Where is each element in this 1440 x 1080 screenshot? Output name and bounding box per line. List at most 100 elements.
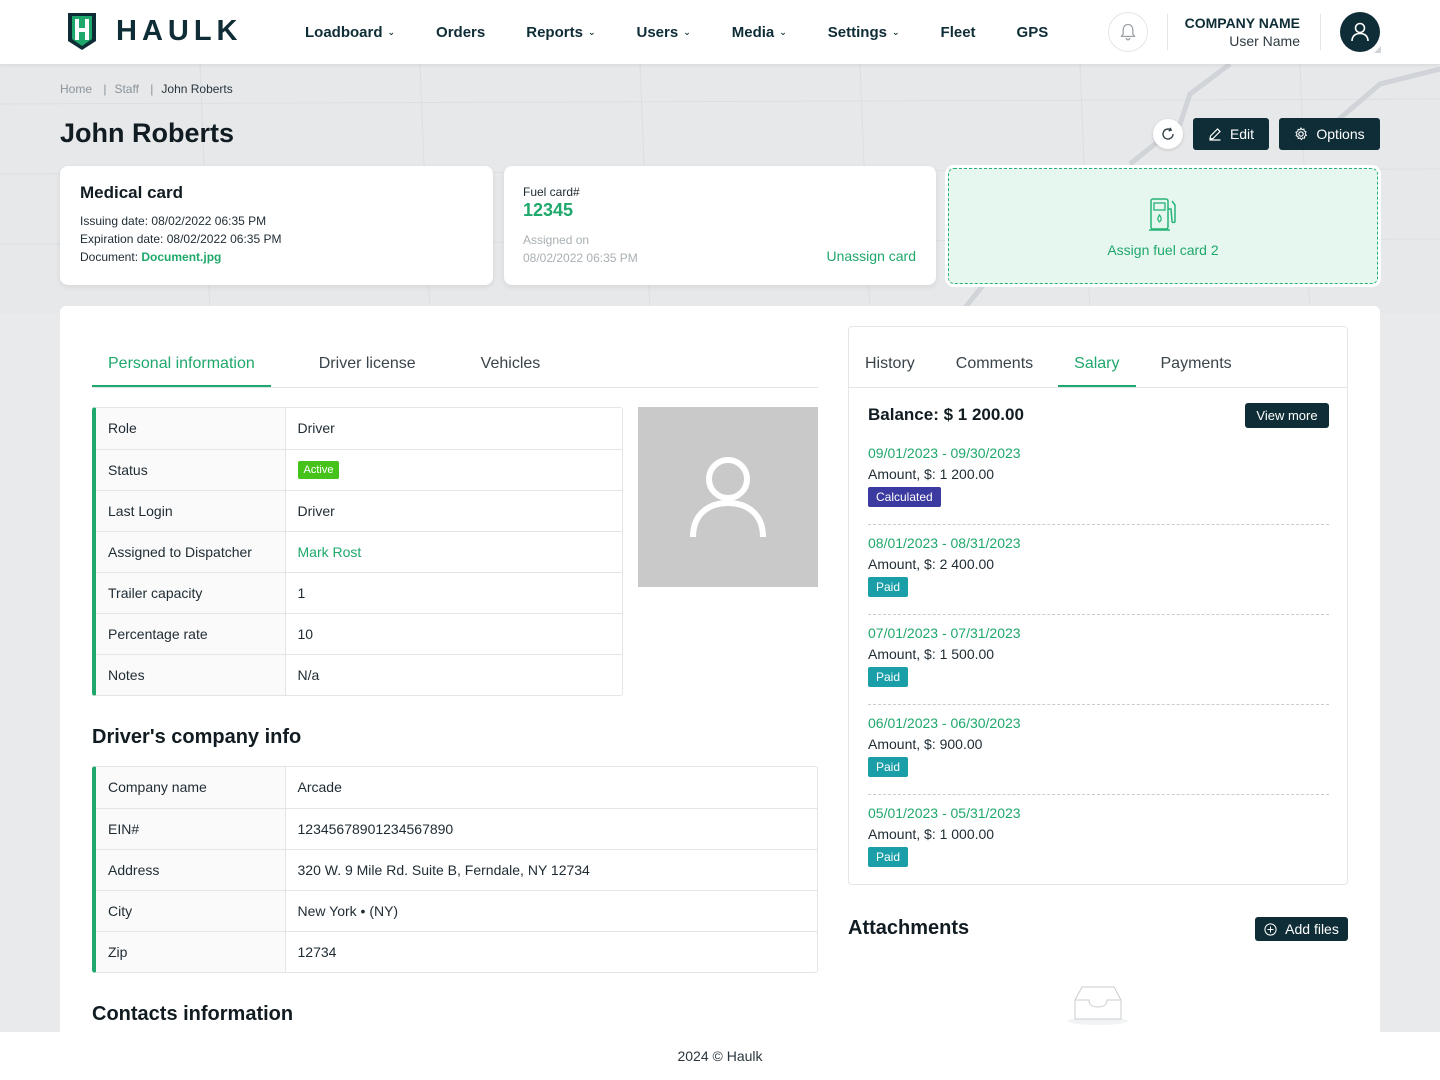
salary-amount: Amount, $: 1 200.00 xyxy=(868,466,995,482)
table-row: Address 320 W. 9 Mile Rd. Suite B, Fernda… xyxy=(96,849,817,891)
nav-label: Settings xyxy=(827,23,887,41)
row-value: 10 xyxy=(285,613,622,655)
company-info-title: Driver's company info xyxy=(92,726,302,748)
tab-salary[interactable]: Salary xyxy=(1058,355,1136,387)
account-info[interactable]: COMPANY NAME User Name xyxy=(1170,15,1300,49)
refresh-icon xyxy=(1162,127,1174,140)
add-files-button[interactable]: Add files xyxy=(1255,917,1348,941)
nav-reports[interactable]: Reports ⌄ xyxy=(526,24,595,41)
footer: 2024 © Haulk xyxy=(0,1032,1440,1080)
nav-label: Media xyxy=(731,23,775,41)
tab-driver-license[interactable]: Driver license xyxy=(319,355,416,387)
attachments-title: Attachments xyxy=(848,917,970,939)
tab-history[interactable]: History xyxy=(865,355,915,387)
assign-fuel-card-button[interactable]: Assign fuel card 2 xyxy=(945,165,1381,287)
assign-fuel-card-label: Assign fuel card 2 xyxy=(1107,242,1219,258)
logo[interactable]: HAULK xyxy=(66,11,243,52)
table-row: Zip 12734 xyxy=(96,931,817,972)
nav-label: Reports xyxy=(526,23,583,41)
divider xyxy=(1320,14,1321,50)
nav-settings[interactable]: Settings ⌄ xyxy=(828,24,900,41)
main-nav: Loadboard ⌄ Orders Reports ⌄ Users ⌄ Media ⌄… xyxy=(305,0,1089,64)
table-row: Trailer capacity 1 xyxy=(96,572,622,614)
expiration-date-row: Expiration date: 08/02/2022 06:35 PM xyxy=(80,232,282,246)
nav-loadboard[interactable]: Loadboard ⌄ xyxy=(305,24,395,41)
row-key: City xyxy=(96,890,286,932)
tab-vehicles[interactable]: Vehicles xyxy=(481,355,541,387)
edit-button[interactable]: Edit xyxy=(1193,118,1269,150)
fuel-card-label: Fuel card# xyxy=(523,185,580,199)
nav-orders[interactable]: Orders xyxy=(436,24,485,41)
profile-photo-placeholder[interactable] xyxy=(638,407,818,587)
breadcrumb-current: John Roberts xyxy=(161,82,233,96)
nav-users[interactable]: Users ⌄ xyxy=(636,24,690,41)
tab-payments[interactable]: Payments xyxy=(1161,355,1232,387)
personal-info-table: Role Driver Status Active Last Login Driver… xyxy=(92,407,623,696)
row-value: 320 W. 9 Mile Rd. Suite B, Ferndale, NY … xyxy=(285,849,817,891)
nav-gps[interactable]: GPS xyxy=(1017,24,1049,41)
row-value: 12345678901234567890 xyxy=(285,808,817,850)
refresh-button[interactable] xyxy=(1153,119,1183,149)
salary-item[interactable]: 08/01/2023 - 08/31/2023 Amount, $: 2 400… xyxy=(868,535,1329,597)
salary-amount: Amount, $: 1 000.00 xyxy=(868,826,995,842)
company-info-table: Company name Arcade EIN# 12345678901234567… xyxy=(92,766,818,973)
status-badge: Calculated xyxy=(868,487,941,507)
pencil-icon xyxy=(1209,128,1221,141)
row-value: 1 xyxy=(285,572,622,614)
empty-inbox-icon xyxy=(1068,986,1128,1025)
row-key: Last Login xyxy=(96,490,286,532)
user-avatar-button[interactable] xyxy=(1340,12,1381,53)
salary-period: 05/01/2023 - 05/31/2023 xyxy=(868,805,1021,821)
chevron-down-icon: ⌄ xyxy=(891,26,900,37)
options-button[interactable]: Options xyxy=(1279,118,1380,150)
salary-period: 08/01/2023 - 08/31/2023 xyxy=(868,535,1021,551)
row-value: Driver xyxy=(285,490,622,532)
nav-label: GPS xyxy=(1016,23,1049,41)
options-label: Options xyxy=(1316,126,1365,142)
notifications-button[interactable] xyxy=(1108,12,1148,52)
row-key: Status xyxy=(96,449,286,491)
profile-tabs: Personal information Driver license Vehi… xyxy=(92,355,818,388)
chevron-down-icon: ⌄ xyxy=(683,26,691,37)
dispatcher-link[interactable]: Mark Rost xyxy=(298,544,362,560)
salary-panel: History Comments Salary Payments Balance… xyxy=(848,326,1348,885)
table-row: Role Driver xyxy=(96,408,622,450)
separator xyxy=(868,614,1329,615)
user-icon xyxy=(1351,22,1369,42)
document-link[interactable]: Document.jpg xyxy=(141,250,221,264)
chevron-down-icon: ⌄ xyxy=(387,26,396,37)
tab-comments[interactable]: Comments xyxy=(956,355,1033,387)
salary-item[interactable]: 06/01/2023 - 06/30/2023 Amount, $: 900.0… xyxy=(868,715,1329,777)
fuel-pump-icon xyxy=(1149,198,1176,231)
table-row: Notes N/a xyxy=(96,654,622,695)
separator xyxy=(868,524,1329,525)
plus-circle-icon xyxy=(1264,922,1277,936)
row-key: Address xyxy=(96,849,286,891)
unassign-card-link[interactable]: Unassign card xyxy=(827,248,917,264)
add-files-label: Add files xyxy=(1285,921,1339,937)
nav-media[interactable]: Media ⌄ xyxy=(732,24,787,41)
view-more-button[interactable]: View more xyxy=(1245,403,1329,428)
chevron-down-icon: ⌄ xyxy=(779,26,787,37)
tab-personal-information[interactable]: Personal information xyxy=(92,355,271,387)
haulk-logo-icon xyxy=(68,13,96,50)
salary-item[interactable]: 09/01/2023 - 09/30/2023 Amount, $: 1 200… xyxy=(868,445,1329,507)
salary-item[interactable]: 07/01/2023 - 07/31/2023 Amount, $: 1 500… xyxy=(868,625,1329,687)
salary-period: 06/01/2023 - 06/30/2023 xyxy=(868,715,1021,731)
salary-item[interactable]: 05/01/2023 - 05/31/2023 Amount, $: 1 000… xyxy=(868,805,1329,867)
row-value: Driver xyxy=(285,408,622,450)
medical-card-title: Medical card xyxy=(80,183,183,202)
user-name: User Name xyxy=(1229,33,1300,49)
row-key: Zip xyxy=(96,931,286,972)
nav-fleet[interactable]: Fleet xyxy=(941,24,976,41)
brand-name: HAULK xyxy=(116,15,243,47)
row-value: N/a xyxy=(297,666,320,683)
salary-amount: Amount, $: 900.00 xyxy=(868,736,983,752)
status-badge: Paid xyxy=(868,847,909,867)
nav-label: Users xyxy=(636,23,679,41)
breadcrumb-home[interactable]: Home | xyxy=(60,82,106,96)
bell-icon xyxy=(1120,23,1136,41)
row-key: Percentage rate xyxy=(96,613,286,655)
row-key: Notes xyxy=(96,654,286,695)
breadcrumb-staff[interactable]: Staff | xyxy=(114,82,153,96)
